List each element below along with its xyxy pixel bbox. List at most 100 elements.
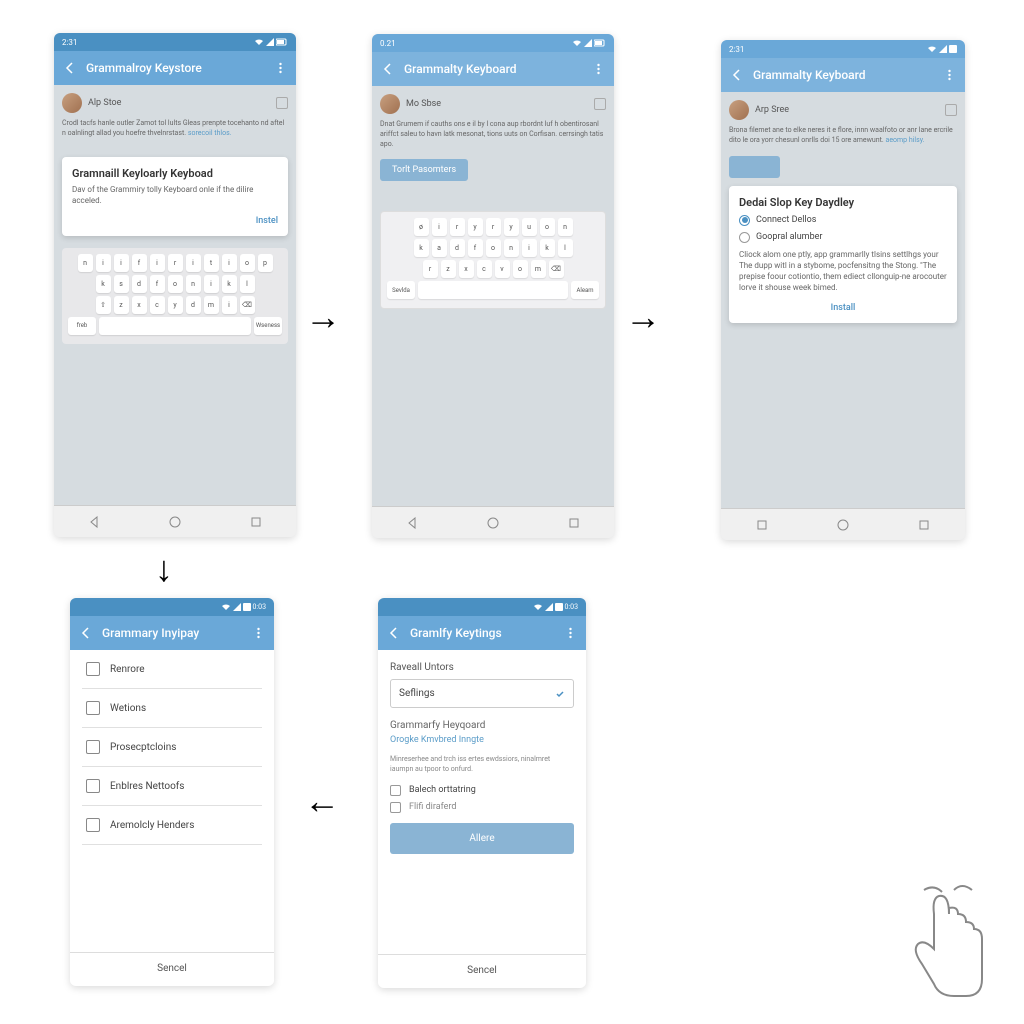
more-icon[interactable]: [272, 60, 288, 76]
key[interactable]: p: [258, 254, 273, 272]
key[interactable]: t: [204, 254, 219, 272]
key[interactable]: Sevlda: [387, 281, 415, 299]
key[interactable]: u: [522, 218, 537, 236]
info-icon[interactable]: [276, 97, 288, 109]
pill-button[interactable]: Torlt Pasomters: [380, 159, 468, 181]
info-icon[interactable]: [594, 98, 606, 110]
key[interactable]: freb: [68, 317, 96, 335]
back-icon[interactable]: [62, 60, 78, 76]
list-item[interactable]: Renrore: [82, 650, 262, 689]
install-button[interactable]: Install: [739, 303, 947, 313]
key[interactable]: ⌫: [240, 296, 255, 314]
more-icon[interactable]: [941, 67, 957, 83]
radio-option-1[interactable]: Connect Dellos: [739, 215, 947, 226]
link-text[interactable]: Orogke Kmvbred Inngte: [390, 735, 574, 745]
body-link[interactable]: sorecoil thlos.: [188, 129, 232, 137]
body-link[interactable]: aeomp hilsy.: [886, 136, 925, 144]
list-item[interactable]: Wetions: [82, 689, 262, 728]
key[interactable]: s: [114, 275, 129, 293]
more-icon[interactable]: [250, 625, 266, 641]
key[interactable]: a: [432, 239, 447, 257]
nav-back-icon[interactable]: [405, 516, 419, 530]
key[interactable]: i: [222, 254, 237, 272]
key[interactable]: i: [432, 218, 447, 236]
key[interactable]: l: [240, 275, 255, 293]
key[interactable]: n: [78, 254, 93, 272]
key[interactable]: i: [96, 254, 111, 272]
key[interactable]: Wseness: [254, 317, 282, 335]
checkbox-row-1[interactable]: Balech orttatring: [390, 785, 574, 796]
key[interactable]: z: [114, 296, 129, 314]
key[interactable]: f: [150, 275, 165, 293]
key[interactable]: r: [486, 218, 501, 236]
key[interactable]: f: [132, 254, 147, 272]
key[interactable]: n: [504, 239, 519, 257]
key[interactable]: r: [423, 260, 438, 278]
pill-button[interactable]: [729, 156, 780, 178]
key[interactable]: o: [240, 254, 255, 272]
key[interactable]: x: [459, 260, 474, 278]
key[interactable]: i: [114, 254, 129, 272]
key[interactable]: o: [168, 275, 183, 293]
nav-recent-icon[interactable]: [917, 518, 931, 532]
key[interactable]: o: [513, 260, 528, 278]
key[interactable]: m: [531, 260, 546, 278]
keyboard[interactable]: niifiritiop ksdfonikl ⇧zxcydmi⌫ freb Wse…: [62, 248, 288, 344]
space-key[interactable]: [99, 317, 251, 335]
key[interactable]: i: [204, 275, 219, 293]
key[interactable]: x: [132, 296, 147, 314]
back-icon[interactable]: [729, 67, 745, 83]
key[interactable]: Aleam: [571, 281, 599, 299]
key[interactable]: k: [414, 239, 429, 257]
key[interactable]: n: [186, 275, 201, 293]
nav-back-icon[interactable]: [87, 515, 101, 529]
nav-home-icon[interactable]: [168, 515, 182, 529]
nav-back-icon[interactable]: [755, 518, 769, 532]
key[interactable]: d: [132, 275, 147, 293]
space-key[interactable]: [418, 281, 568, 299]
list-item[interactable]: Enblres Nettoofs: [82, 767, 262, 806]
back-icon[interactable]: [386, 625, 402, 641]
key[interactable]: i: [222, 296, 237, 314]
radio-option-2[interactable]: Goopral alumber: [739, 232, 947, 243]
back-icon[interactable]: [380, 61, 396, 77]
key[interactable]: ø: [414, 218, 429, 236]
nav-recent-icon[interactable]: [567, 516, 581, 530]
cancel-button[interactable]: Sencel: [70, 952, 274, 984]
key[interactable]: r: [168, 254, 183, 272]
allow-button[interactable]: Allere: [390, 823, 574, 854]
key[interactable]: y: [168, 296, 183, 314]
nav-home-icon[interactable]: [836, 518, 850, 532]
key[interactable]: c: [150, 296, 165, 314]
list-item[interactable]: Prosecptcloins: [82, 728, 262, 767]
key[interactable]: n: [558, 218, 573, 236]
key[interactable]: i: [522, 239, 537, 257]
install-button[interactable]: Instel: [72, 216, 278, 226]
key[interactable]: o: [486, 239, 501, 257]
key[interactable]: k: [540, 239, 555, 257]
key[interactable]: l: [558, 239, 573, 257]
key[interactable]: k: [96, 275, 111, 293]
key[interactable]: i: [150, 254, 165, 272]
key[interactable]: o: [540, 218, 555, 236]
key[interactable]: d: [186, 296, 201, 314]
back-icon[interactable]: [78, 625, 94, 641]
key[interactable]: v: [495, 260, 510, 278]
nav-recent-icon[interactable]: [249, 515, 263, 529]
settings-select[interactable]: Seflings: [390, 679, 574, 708]
key[interactable]: r: [450, 218, 465, 236]
key[interactable]: f: [468, 239, 483, 257]
key[interactable]: ⌫: [549, 260, 564, 278]
key[interactable]: ⇧: [96, 296, 111, 314]
key[interactable]: y: [504, 218, 519, 236]
key[interactable]: m: [204, 296, 219, 314]
key[interactable]: i: [186, 254, 201, 272]
key[interactable]: c: [477, 260, 492, 278]
key[interactable]: z: [441, 260, 456, 278]
keyboard[interactable]: øiryryuon kadfonikl rzxcvom⌫ Sevlda Alea…: [380, 211, 606, 309]
key[interactable]: y: [468, 218, 483, 236]
list-item[interactable]: Aremolcly Henders: [82, 806, 262, 845]
checkbox-row-2[interactable]: Flifi diraferd: [390, 802, 574, 813]
info-icon[interactable]: [945, 104, 957, 116]
more-icon[interactable]: [562, 625, 578, 641]
